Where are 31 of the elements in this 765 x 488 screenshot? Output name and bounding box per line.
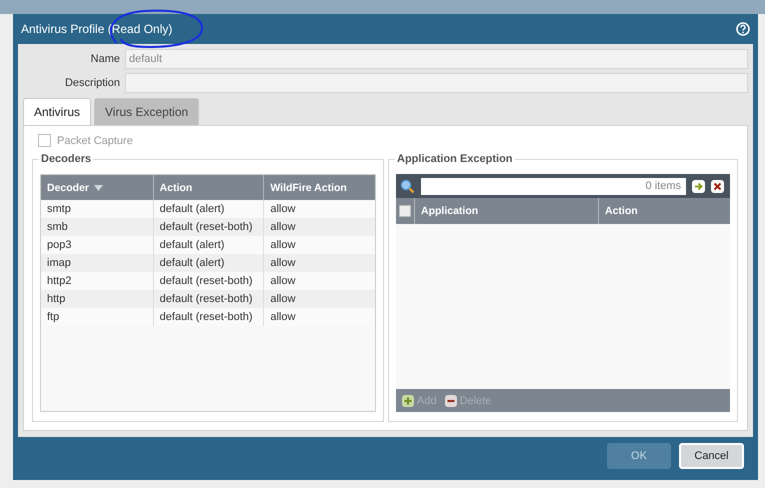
input-field[interactable] [125,73,748,93]
tab[interactable]: Antivirus [23,98,92,125]
column-header[interactable]: WildFire Action [264,175,375,200]
field-label: Name [90,53,121,65]
dialog-title: Antivirus Profile (Read Only) [21,22,174,36]
checkbox[interactable] [38,134,51,147]
table-cell-text: allow [269,238,296,253]
table-cell-text: allow [269,274,296,289]
checkbox-label: Packet Capture [57,134,133,146]
search-icon [400,178,415,194]
column-header[interactable]: Action [599,198,730,224]
table-cell-text: allow [269,310,296,325]
close-icon[interactable] [711,180,724,192]
table-cell: default (reset-both) [154,308,264,326]
table-cell-text: allow [269,256,296,271]
cancel-button[interactable]: Cancel [679,442,744,468]
group-title: Application Exception [395,153,515,165]
plus-icon [402,394,414,406]
search-field[interactable]: 0 items [421,178,686,194]
tab[interactable]: Virus Exception [94,98,200,125]
help-icon[interactable] [736,22,750,36]
table-cell-text: allow [269,220,296,235]
field-label: Description [64,77,121,89]
table-cell-text: allow [269,292,296,307]
table-cell-text: allow [269,202,296,217]
minus-icon [444,394,457,406]
table-cell: ftp [41,308,154,326]
checkbox[interactable] [399,205,411,217]
arrow-icon[interactable] [692,180,705,192]
input-field[interactable]: default [125,49,748,69]
group-title: Decoders [39,153,94,165]
